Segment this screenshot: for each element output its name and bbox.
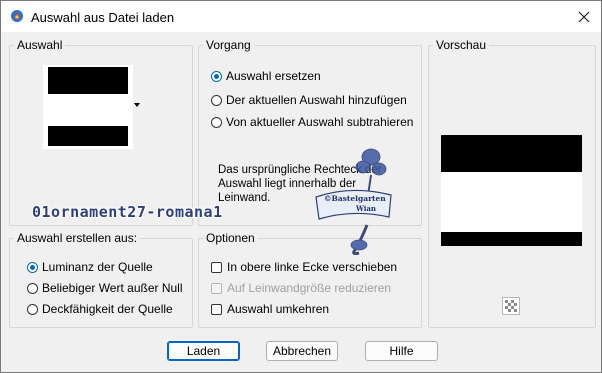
vorgang-legend: Vorgang (203, 38, 254, 52)
watermark-text: 01ornament27-romana1 (32, 203, 223, 221)
radio-label: Der aktuellen Auswahl hinzufügen (226, 93, 407, 107)
radio-indicator[interactable] (27, 303, 38, 315)
checkbox[interactable] (211, 261, 222, 273)
preview-bar-bottom (441, 232, 582, 246)
checkbox-label: Auf Leinwandgröße reduzieren (227, 281, 392, 295)
radio-indicator[interactable] (27, 282, 38, 294)
radio-label: Von aktueller Auswahl subtrahieren (226, 115, 414, 129)
check-leinwandgroesse[interactable]: Auf Leinwandgröße reduzieren (211, 281, 391, 295)
window-title: Auswahl aus Datei laden (31, 10, 175, 25)
vorschau-legend: Vorschau (433, 38, 490, 52)
checkerboard-icon[interactable] (502, 297, 520, 315)
check-auswahl-umkehren[interactable]: Auswahl umkehren (211, 302, 329, 316)
title-bar[interactable]: Auswahl aus Datei laden (1, 1, 601, 32)
check-obere-linke-ecke[interactable]: In obere linke Ecke verschieben (211, 260, 397, 274)
radio-indicator[interactable] (27, 261, 38, 273)
radio-auswahl-hinzufuegen[interactable]: Der aktuellen Auswahl hinzufügen (211, 93, 407, 107)
thumbnail-bar-top (48, 67, 128, 94)
optionen-legend: Optionen (203, 231, 258, 245)
radio-deckfaehigkeit[interactable]: Deckfähigkeit der Quelle (27, 302, 173, 316)
thumbnail-bar-bottom (48, 126, 128, 146)
radio-beliebiger-wert[interactable]: Beliebiger Wert außer Null (27, 281, 183, 295)
preview-image (441, 135, 582, 246)
radio-auswahl-subtrahieren[interactable]: Von aktueller Auswahl subtrahieren (211, 115, 413, 129)
checkbox[interactable] (211, 303, 222, 315)
watermark-stamp-line-1: ©Bastelgarten (324, 194, 386, 203)
radio-indicator[interactable] (211, 116, 222, 128)
radio-auswahl-ersetzen[interactable]: Auswahl ersetzen (211, 69, 321, 83)
preview-bar-top (441, 135, 582, 172)
radio-label: Deckfähigkeit der Quelle (42, 302, 173, 316)
hilfe-button[interactable]: Hilfe (365, 341, 438, 361)
close-icon (578, 11, 590, 22)
auswahl-legend: Auswahl (14, 38, 66, 52)
radio-indicator[interactable] (211, 94, 222, 106)
chevron-down-icon[interactable] (134, 103, 140, 107)
radio-indicator[interactable] (211, 70, 222, 82)
dialog-window: Auswahl aus Datei laden Auswahl Vorgang … (0, 0, 602, 373)
radio-label: Luminanz der Quelle (42, 260, 153, 274)
watermark-stamp-line-2: Wian (356, 204, 377, 213)
selection-thumbnail-dropdown[interactable] (43, 65, 133, 149)
checkbox-label: Auswahl umkehren (227, 302, 330, 316)
checkbox-label: In obere linke Ecke verschieben (227, 260, 398, 274)
erstellen-legend: Auswahl erstellen aus: (14, 231, 141, 245)
abbrechen-button[interactable]: Abbrechen (266, 341, 338, 361)
radio-label: Beliebiger Wert außer Null (42, 281, 183, 295)
radio-luminanz[interactable]: Luminanz der Quelle (27, 260, 153, 274)
close-button[interactable] (567, 1, 601, 32)
checkbox[interactable] (211, 282, 222, 294)
laden-button[interactable]: Laden (167, 341, 240, 361)
radio-label: Auswahl ersetzen (226, 69, 321, 83)
psp-icon (10, 9, 24, 23)
preview-white-band (441, 172, 582, 232)
